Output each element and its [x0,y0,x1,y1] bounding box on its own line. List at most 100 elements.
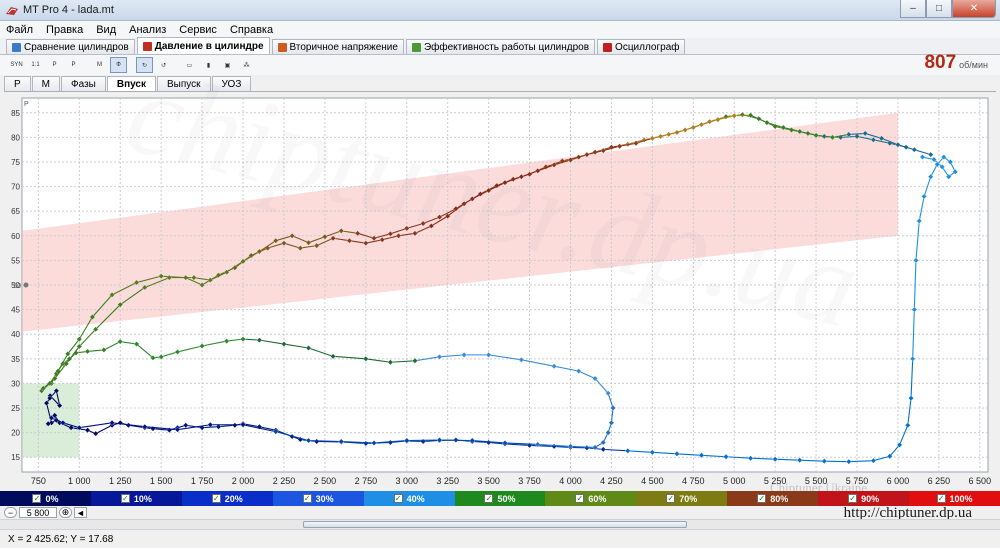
minimize-button[interactable]: – [900,0,926,18]
menu-analysis[interactable]: Анализ [129,24,166,36]
subtab-m[interactable]: M [31,76,61,91]
subtab-intake[interactable]: Впуск [106,76,156,91]
tab-secondary-voltage[interactable]: Вторичное напряжение [271,39,404,54]
legend-checkbox[interactable]: ✓ [302,494,312,503]
sub-tabs: P M Фазы Впуск Выпуск УОЗ [4,75,252,91]
zoom-out-button[interactable]: − [4,507,17,518]
legend-label: 50% [497,493,516,504]
title-bar: MT Pro 4 - lada.mt – □ ✕ [0,0,1000,21]
legend-item[interactable]: ✓ 80% [727,491,819,506]
legend-item[interactable]: ✓ 0% [0,491,91,506]
scrollbar-thumb[interactable] [303,521,687,528]
sync-icon[interactable]: SYN [8,57,25,73]
subtab-ignition-timing[interactable]: УОЗ [211,76,252,91]
legend-checkbox[interactable]: ✓ [393,494,403,503]
window-controls: – □ ✕ [900,0,996,18]
reset-icon[interactable]: ↺ [155,57,172,73]
window-title: MT Pro 4 - lada.mt [23,4,114,16]
prev-button[interactable]: ◄ [74,507,87,518]
y-tick-label: 65 [11,207,20,216]
diagram2-icon[interactable]: ▮ [200,57,217,73]
legend-checkbox[interactable]: ✓ [936,494,946,503]
legend-checkbox[interactable]: ✓ [757,494,767,503]
x-tick-label: 6 250 [928,476,951,486]
x-tick-label: 5 000 [723,476,746,486]
tab-label: Давление в цилиндре [154,40,264,52]
menu-service[interactable]: Сервис [179,24,217,36]
legend-item[interactable]: ✓ 90% [818,491,910,506]
diagram1-icon[interactable]: ▭ [181,57,198,73]
doc-icon[interactable]: ▣ [219,57,236,73]
legend-item[interactable]: ✓ 50% [454,491,546,506]
y-tick-label: 15 [11,453,20,462]
y-axis-label: P [24,101,29,108]
marker-icon[interactable]: M [91,57,108,73]
scale-icon[interactable]: 1:1 [27,57,44,73]
voltage-icon [277,42,287,52]
tab-cylinder-compare[interactable]: Сравнение цилиндров [6,39,135,54]
legend-item[interactable]: ✓ 10% [90,491,182,506]
menu-edit[interactable]: Правка [46,24,83,36]
legend-item[interactable]: ✓ 30% [272,491,364,506]
legend-item[interactable]: ✓ 100% [909,491,1000,506]
phase-icon[interactable]: Ф [110,57,127,73]
close-button[interactable]: ✕ [952,0,996,18]
y-tick-label: 85 [11,109,20,118]
rpm-value: 807 [924,52,957,73]
tab-label: Вторичное напряжение [289,41,398,53]
cursor-coordinates: X = 2 425.62; Y = 17.68 [8,533,114,545]
legend-checkbox[interactable]: ✓ [32,494,42,503]
x-tick-label: 4 250 [600,476,623,486]
legend-checkbox[interactable]: ✓ [575,494,585,503]
main-tabs: Сравнение цилиндров Давление в цилиндре … [0,37,1000,55]
pressure-wave2-icon[interactable]: P [65,57,82,73]
legend-label: 60% [588,493,607,504]
tab-oscilloscope[interactable]: Осциллограф [597,39,686,54]
tab-label: Эффективность работы цилиндров [423,41,590,53]
menu-view[interactable]: Вид [96,24,116,36]
x-tick-label: 1 000 [68,476,91,486]
subtab-p[interactable]: P [4,76,31,91]
pressure-chart[interactable]: 15 20 25 30 35 40 45 50 55 60 65 70 75 80 85 750 1 000 1 … [10,92,994,492]
legend-checkbox[interactable]: ✓ [211,494,221,503]
menu-file[interactable]: Файл [6,24,33,36]
menu-bar: Файл Правка Вид Анализ Сервис Справка [0,21,1000,38]
tab-cylinder-pressure[interactable]: Давление в цилиндре [136,37,270,54]
legend-label: 0% [45,493,59,504]
legend-item[interactable]: ✓ 40% [363,491,455,506]
legend-label: 70% [679,493,698,504]
legend-item[interactable]: ✓ 70% [636,491,728,506]
legend-checkbox[interactable]: ✓ [848,494,858,503]
add-button[interactable]: ⊕ [59,507,72,518]
x-tick-label: 3 500 [477,476,500,486]
chart-svg: 15 20 25 30 35 40 45 50 55 60 65 70 75 80 85 750 1 000 1 … [11,97,991,492]
legend-label: 80% [770,493,789,504]
tab-cylinder-efficiency[interactable]: Эффективность работы цилиндров [405,39,596,54]
efficiency-icon [411,42,421,52]
subtab-exhaust[interactable]: Выпуск [156,76,211,91]
horizontal-scrollbar[interactable] [0,519,1000,529]
x-tick-label: 1 500 [150,476,173,486]
rpm-input[interactable]: 5 800 [19,507,57,518]
legend-item[interactable]: ✓ 60% [545,491,637,506]
subtab-phases[interactable]: Фазы [61,76,106,91]
toolbar: SYN 1:1 P P M Ф ↻ ↺ ▭ ▮ ▣ ⁂ [0,55,1000,75]
oscilloscope-icon [603,42,613,52]
load-legend: ✓ 0% ✓ 10% ✓ 20% ✓ 30% ✓ 40% ✓ 50% ✓ 60% ✓ 70% ✓ 80% ✓ 90% ✓… [0,491,1000,506]
menu-help[interactable]: Справка [230,24,273,36]
pressure-icon [142,41,152,51]
y-tick-label: 40 [11,330,20,339]
legend-item[interactable]: ✓ 20% [181,491,273,506]
y-tick-label: 80 [11,133,20,142]
x-tick-label: 4 500 [641,476,664,486]
maximize-button[interactable]: □ [926,0,952,18]
dots-icon[interactable]: ⁂ [238,57,255,73]
legend-checkbox[interactable]: ✓ [666,494,676,503]
x-tick-label: 2 750 [355,476,378,486]
y-tick-label: 30 [11,379,20,388]
legend-checkbox[interactable]: ✓ [120,494,130,503]
cycle-icon[interactable]: ↻ [136,57,153,73]
pressure-wave-icon[interactable]: P [46,57,63,73]
y-tick-label: 45 [11,306,20,315]
legend-checkbox[interactable]: ✓ [484,494,494,503]
